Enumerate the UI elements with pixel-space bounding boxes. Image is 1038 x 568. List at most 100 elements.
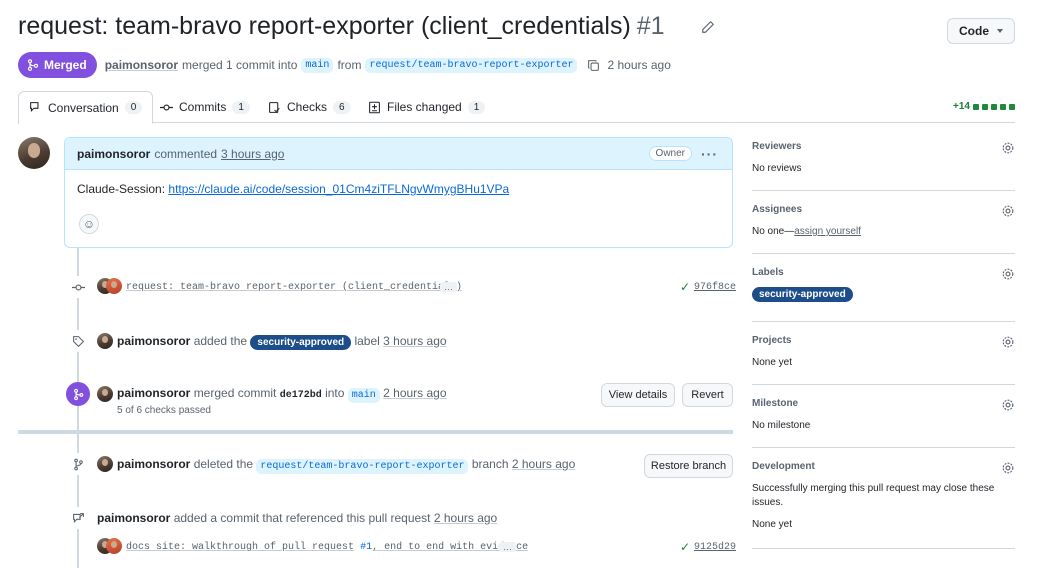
label-security-approved[interactable]: security-approved: [752, 287, 853, 302]
commit-sha[interactable]: 976f8ce: [694, 282, 736, 293]
comment-action: commented: [154, 146, 218, 161]
gear-icon[interactable]: [1001, 141, 1015, 155]
event-text: into: [325, 386, 345, 400]
diffstat-additions: +14: [953, 101, 970, 112]
revert-label: Revert: [691, 389, 724, 401]
tab-checks[interactable]: Checks 6: [268, 91, 351, 123]
merged-status-label: Merged: [44, 58, 87, 72]
cross-reference-icon: [67, 507, 89, 529]
checks-summary[interactable]: 5 of 6 checks passed: [117, 405, 211, 416]
merged-status-badge: Merged: [18, 52, 97, 78]
tab-files-changed[interactable]: Files changed 1: [368, 91, 486, 123]
view-details-button[interactable]: View details: [601, 383, 675, 407]
commit-message-link[interactable]: docs site: walkthrough of pull request: [126, 542, 354, 553]
tab-conversation[interactable]: Conversation 0: [18, 91, 154, 124]
label-security-approved[interactable]: security-approved: [250, 335, 352, 350]
restore-branch-label: Restore branch: [650, 460, 727, 472]
avatar[interactable]: [18, 137, 50, 169]
copy-icon[interactable]: [587, 59, 600, 72]
event-text: merged commit: [193, 386, 277, 400]
commit-row: request: team-bravo report-exporter (cli…: [0, 276, 736, 298]
avatar[interactable]: [106, 278, 122, 294]
code-button[interactable]: Code: [947, 18, 1015, 44]
sidebar-value: None yet: [752, 357, 793, 368]
session-link[interactable]: https://claude.ai/code/session_01Cm4ziTF…: [168, 182, 509, 196]
comment-time[interactable]: 3 hours ago: [221, 147, 284, 161]
sidebar-value: None yet: [752, 519, 793, 530]
event-time[interactable]: 2 hours ago: [434, 511, 497, 525]
event-text: added the: [193, 334, 248, 348]
smiley-icon[interactable]: ☺: [79, 214, 99, 234]
pr-title-text: request: team-bravo report-exporter (cli…: [18, 12, 631, 40]
comment-header: paimonsoror commented 3 hours ago: [65, 138, 732, 170]
gear-icon[interactable]: [1001, 398, 1015, 412]
chevron-down-icon: [997, 29, 1003, 33]
commit-message-link[interactable]: request: team-bravo report-exporter (cli…: [126, 282, 462, 293]
gear-icon[interactable]: [1001, 204, 1015, 218]
restore-branch-button[interactable]: Restore branch: [644, 454, 733, 478]
timeline-divider: [18, 430, 733, 434]
kebab-horizontal-icon[interactable]: ···: [701, 146, 718, 162]
tab-commits[interactable]: Commits 1: [160, 91, 250, 123]
event-time[interactable]: 2 hours ago: [512, 457, 575, 471]
event-author[interactable]: paimonsoror: [117, 457, 190, 471]
delete-branch-event: paimonsoror deleted the request/team-bra…: [0, 453, 733, 478]
base-branch[interactable]: main: [301, 57, 334, 73]
tab-label: Checks: [287, 100, 328, 114]
git-commit-icon: [160, 103, 173, 111]
event-text: deleted the: [193, 457, 254, 471]
gear-icon[interactable]: [1001, 335, 1015, 349]
view-details-label: View details: [608, 389, 668, 401]
avatar[interactable]: [97, 333, 113, 349]
pr-number: #1: [636, 12, 665, 40]
git-merge-icon: [66, 382, 90, 406]
sidebar-title: Assignees: [752, 204, 803, 215]
base-branch[interactable]: main: [347, 388, 380, 403]
check-icon: ✓: [680, 540, 691, 554]
diffstat-block: [1000, 103, 1006, 110]
assign-yourself-link[interactable]: assign yourself: [794, 226, 861, 237]
gear-icon[interactable]: [1001, 461, 1015, 475]
pencil-icon[interactable]: [701, 20, 715, 34]
pr-title: request: team-bravo report-exporter (cli…: [18, 12, 665, 41]
comment-box: paimonsoror commented 3 hours ago Owner …: [64, 137, 733, 248]
event-time[interactable]: 2 hours ago: [383, 386, 446, 400]
sidebar-assignees: Assignees No one—assign yourself: [752, 204, 1015, 254]
sidebar-title: Projects: [752, 335, 792, 346]
event-author[interactable]: paimonsoror: [117, 334, 190, 348]
event-author[interactable]: paimonsoror: [117, 386, 190, 400]
avatar[interactable]: [97, 456, 113, 472]
tag-icon: [67, 330, 89, 352]
diffstat: +14: [953, 101, 1015, 112]
head-branch[interactable]: request/team-bravo-report-exporter: [365, 57, 578, 73]
commit-expand-button[interactable]: …: [440, 282, 457, 292]
event-text: added a commit that referenced this pull…: [173, 511, 431, 525]
check-icon: ✓: [680, 280, 691, 294]
event-time[interactable]: 3 hours ago: [383, 334, 446, 348]
avatar[interactable]: [97, 386, 113, 402]
sidebar-title: Development: [752, 461, 815, 472]
merge-event: paimonsoror merged commit de172bd into m…: [0, 382, 733, 422]
avatar[interactable]: [106, 538, 122, 554]
deleted-branch: request/team-bravo-report-exporter: [256, 459, 469, 474]
code-button-label: Code: [959, 24, 989, 38]
diffstat-block: [982, 103, 988, 110]
comment-discussion-icon: [30, 102, 39, 113]
revert-button[interactable]: Revert: [682, 383, 733, 407]
commit-sha[interactable]: 9125d29: [694, 542, 736, 553]
owner-badge: Owner: [648, 146, 692, 161]
sidebar-title: Milestone: [752, 398, 799, 409]
pr-tabs: Conversation 0 Commits 1 Checks 6 Files …: [18, 91, 1015, 124]
sidebar-reviewers: Reviewers No reviews: [752, 141, 1015, 191]
tab-counter: 6: [333, 100, 351, 114]
tab-counter: 0: [124, 101, 143, 114]
issue-ref-link[interactable]: #1: [360, 542, 372, 553]
comment-author[interactable]: paimonsoror: [77, 147, 150, 161]
tab-counter: 1: [232, 100, 250, 114]
gear-icon[interactable]: [1001, 267, 1015, 281]
commit-expand-button[interactable]: …: [499, 542, 516, 552]
pr-meta: Merged paimonsoror merged 1 commit into …: [18, 52, 671, 78]
event-author[interactable]: paimonsoror: [97, 511, 170, 525]
merge-commit-sha[interactable]: de172bd: [280, 390, 322, 401]
author-link[interactable]: paimonsoror: [105, 58, 178, 72]
